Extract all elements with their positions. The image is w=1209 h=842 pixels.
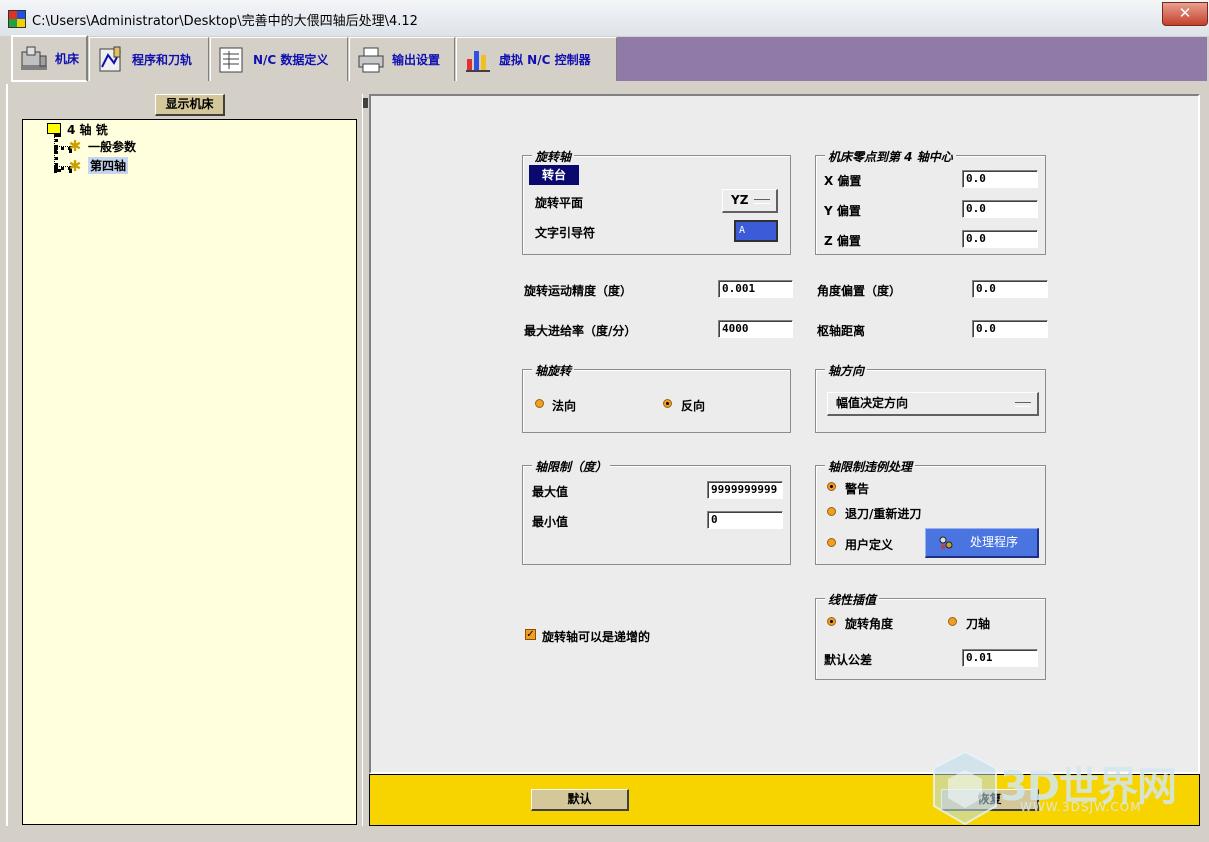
z-offset-field[interactable]: 0.0: [962, 230, 1038, 248]
rotation-plane-value: YZ: [731, 193, 749, 207]
nc-data-icon: [217, 45, 247, 75]
default-tolerance-field[interactable]: 0.01: [962, 649, 1038, 667]
y-offset-label: Y 偏置: [824, 204, 861, 218]
close-button[interactable]: ✕: [1162, 2, 1208, 26]
tab-label: 输出设置: [392, 53, 441, 67]
tree-item-fourth-axis[interactable]: 第四轴: [88, 157, 129, 174]
splitter-handle[interactable]: [363, 98, 368, 108]
axis-limits-title: 轴限制（度）: [532, 458, 611, 475]
virtual-controller-icon: [463, 45, 493, 75]
puzzle-icon: [938, 535, 954, 551]
retract-reengage-radio[interactable]: [827, 507, 836, 516]
warning-radio[interactable]: [827, 482, 836, 491]
rotation-plane-label: 旋转平面: [535, 196, 584, 210]
title-bar: C:\Users\Administrator\Desktop\完善中的大偎四轴后…: [0, 0, 1209, 37]
limit-violation-title: 轴限制违例处理: [825, 458, 916, 475]
tab-nc-data[interactable]: N/C 数据定义: [210, 37, 348, 81]
reverse-radio[interactable]: [663, 399, 672, 408]
tab-machine[interactable]: 机床: [11, 35, 88, 82]
tool-axis-label: 刀轴: [966, 617, 991, 631]
restore-button[interactable]: 恢复: [941, 789, 1039, 811]
word-leader-label: 文字引导符: [535, 226, 596, 240]
x-offset-label: X 偏置: [824, 174, 862, 188]
gear-icon: ✱: [68, 137, 82, 155]
linearization-title: 线性插值: [825, 591, 880, 608]
machine-tool-icon: [19, 44, 49, 74]
axis-direction-title: 轴方向: [825, 362, 868, 379]
printer-icon: [356, 45, 386, 75]
turntable-badge: 转台: [529, 165, 579, 185]
default-tolerance-label: 默认公差: [824, 653, 873, 667]
max-limit-field[interactable]: 9999999999: [707, 481, 783, 499]
window-title: C:\Users\Administrator\Desktop\完善中的大偎四轴后…: [32, 14, 418, 29]
tab-label: N/C 数据定义: [253, 53, 329, 67]
user-defined-label: 用户定义: [845, 538, 894, 552]
normal-radio[interactable]: [535, 399, 544, 408]
tab-label: 机床: [55, 52, 80, 66]
axis-rotation-title: 轴旋转: [532, 362, 575, 379]
max-limit-label: 最大值: [532, 485, 569, 499]
pivot-distance-field[interactable]: 0.0: [972, 320, 1048, 338]
word-leader-input[interactable]: A: [734, 220, 778, 242]
show-machine-button[interactable]: 显示机床: [155, 94, 225, 116]
program-toolpath-icon: [96, 45, 126, 75]
tab-label: 程序和刀轨: [132, 53, 193, 67]
tab-output-settings[interactable]: 输出设置: [349, 37, 455, 81]
x-offset-field[interactable]: 0.0: [962, 170, 1038, 188]
tree-root-label[interactable]: 4 轴 铣: [67, 121, 108, 138]
axis-direction-value: 幅值决定方向: [836, 396, 909, 410]
tree-item-general-params[interactable]: 一般参数: [88, 138, 136, 155]
bottom-action-bar: [369, 774, 1200, 826]
retract-reengage-label: 退刀/重新进刀: [845, 507, 922, 521]
tab-label: 虚拟 N/C 控制器: [499, 53, 591, 67]
axis-center-offset-title: 机床零点到第 4 轴中心: [825, 148, 956, 165]
min-limit-label: 最小值: [532, 515, 569, 529]
tab-virtual-nc-controller[interactable]: 虚拟 N/C 控制器: [456, 37, 617, 81]
pivot-distance-label: 枢轴距离: [817, 324, 866, 338]
default-button[interactable]: 默认: [531, 789, 629, 811]
tab-program-toolpath[interactable]: 程序和刀轨: [89, 37, 209, 81]
warning-label: 警告: [845, 482, 870, 496]
rotary-precision-label: 旋转运动精度（度）: [524, 284, 633, 298]
rotary-angle-radio[interactable]: [827, 617, 836, 626]
z-offset-label: Z 偏置: [824, 234, 861, 248]
machine-tree: [22, 119, 357, 825]
folder-icon: [47, 123, 61, 134]
incremental-checkbox[interactable]: ✓: [525, 629, 536, 640]
tab-bar-fill: [617, 37, 1207, 81]
window-right-edge: [1200, 84, 1209, 829]
window-bottom-edge: [0, 826, 1209, 842]
rotary-precision-field[interactable]: 0.001: [718, 280, 793, 298]
reverse-label: 反向: [681, 399, 706, 413]
app-icon: [8, 10, 26, 28]
min-limit-field[interactable]: 0: [707, 511, 783, 529]
normal-label: 法向: [552, 399, 577, 413]
rotary-angle-label: 旋转角度: [845, 617, 894, 631]
rotary-axis-title: 旋转轴: [532, 148, 575, 165]
dropdown-indicator-icon: [1015, 402, 1031, 407]
y-offset-field[interactable]: 0.0: [962, 200, 1038, 218]
max-feed-label: 最大进给率（度/分）: [524, 324, 637, 338]
incremental-label: 旋转轴可以是递增的: [542, 630, 651, 644]
rotation-plane-select[interactable]: YZ: [722, 189, 778, 213]
angle-offset-label: 角度偏置（度）: [817, 284, 902, 298]
user-defined-radio[interactable]: [827, 538, 836, 547]
axis-direction-select[interactable]: 幅值决定方向: [827, 392, 1039, 416]
gear-icon: ✱: [68, 157, 82, 175]
angle-offset-field[interactable]: 0.0: [972, 280, 1048, 298]
dropdown-indicator-icon: [754, 199, 770, 204]
application-window: C:\Users\Administrator\Desktop\完善中的大偎四轴后…: [0, 0, 1209, 842]
tool-axis-radio[interactable]: [948, 617, 957, 626]
max-feed-field[interactable]: 4000: [718, 320, 793, 338]
